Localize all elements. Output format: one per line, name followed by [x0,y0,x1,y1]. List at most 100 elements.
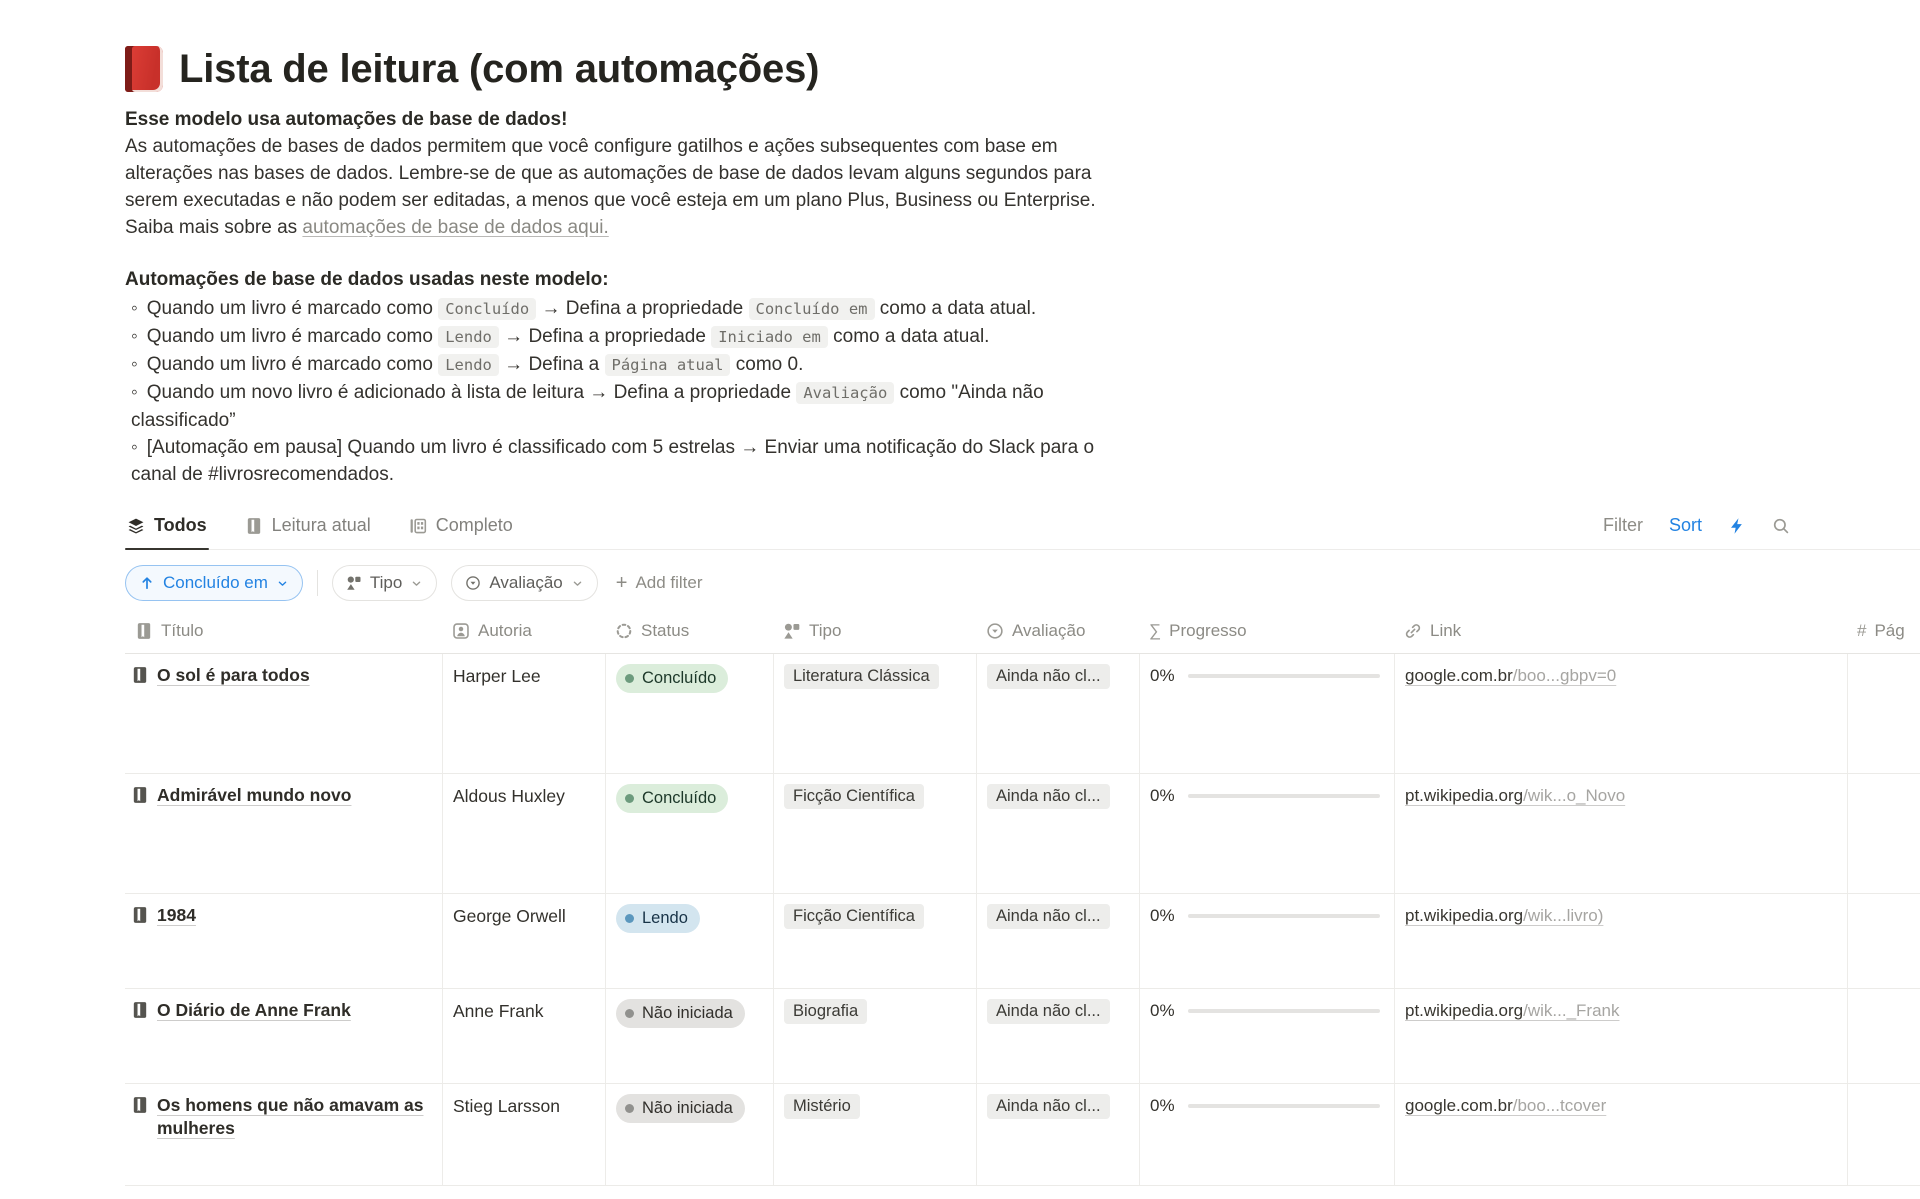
shapes-icon [783,622,801,640]
external-link[interactable]: pt.wikipedia.org/wik...o_Novo [1405,786,1625,805]
tipo-cell[interactable]: Literatura Clássica [773,654,976,773]
tipo-cell[interactable]: Ficção Científica [773,894,976,988]
tipo-cell[interactable]: Biografia [773,989,976,1083]
column-header-autoria[interactable]: Autoria [442,621,605,641]
avaliacao-tag[interactable]: Ainda não cl... [987,1094,1110,1119]
progress-value: 0% [1150,786,1175,806]
title-cell[interactable]: Admirável mundo novo [125,774,442,893]
column-header-tipo[interactable]: Tipo [773,621,976,641]
title-cell[interactable]: 1984 [125,894,442,988]
pag-cell[interactable] [1847,774,1920,893]
status-cell[interactable]: Concluído [605,774,773,893]
status-cell[interactable]: Lendo [605,894,773,988]
title-cell[interactable]: O sol é para todos [125,654,442,773]
arrow-up-icon [139,575,155,591]
author-cell[interactable]: Aldous Huxley [442,774,605,893]
link-icon [1404,622,1422,640]
tab-todos[interactable]: Todos [125,509,209,549]
progresso-cell[interactable]: 0% [1139,894,1394,988]
tab-completo[interactable]: Completo [407,509,515,549]
avaliacao-tag[interactable]: Ainda não cl... [987,664,1110,689]
column-header-link[interactable]: Link [1394,621,1847,641]
filter-chip-tipo[interactable]: Tipo [332,565,437,601]
progresso-cell[interactable]: 0% [1139,774,1394,893]
tipo-tag[interactable]: Ficção Científica [784,904,924,929]
tipo-cell[interactable]: Mistério [773,1084,976,1185]
external-link[interactable]: google.com.br/boo...gbpv=0 [1405,666,1616,685]
avaliacao-cell[interactable]: Ainda não cl... [976,989,1139,1083]
avaliacao-tag[interactable]: Ainda não cl... [987,904,1110,929]
hash-icon: # [1857,621,1866,641]
sort-chip-label: Concluído em [163,573,268,593]
page-link[interactable]: Os homens que não amavam as mulheres [157,1094,432,1140]
title-cell[interactable]: O Diário de Anne Frank [125,989,442,1083]
filter-bar: Concluído em Tipo Avaliação + Add filter [125,565,1920,601]
pag-cell[interactable] [1847,989,1920,1083]
sort-chip-concluido-em[interactable]: Concluído em [125,565,303,601]
column-header-status[interactable]: Status [605,621,773,641]
tab-leitura-atual[interactable]: Leitura atual [243,509,373,549]
link-cell[interactable]: google.com.br/boo...gbpv=0 [1394,654,1847,773]
pag-cell[interactable] [1847,654,1920,773]
pag-cell[interactable] [1847,1084,1920,1185]
author-cell[interactable]: George Orwell [442,894,605,988]
lightning-icon[interactable] [1728,517,1746,535]
tipo-tag[interactable]: Ficção Científica [784,784,924,809]
automations-doc-link[interactable]: automações de base de dados aqui. [302,217,608,238]
status-pill[interactable]: Concluído [616,784,728,813]
search-icon[interactable] [1772,517,1790,535]
avaliacao-tag[interactable]: Ainda não cl... [987,999,1110,1024]
tipo-tag[interactable]: Mistério [784,1094,860,1119]
page-link[interactable]: 1984 [157,904,196,927]
avaliacao-cell[interactable]: Ainda não cl... [976,1084,1139,1185]
progress-bar [1188,1009,1380,1014]
table-row: Os homens que não amavam as mulheres Sti… [125,1084,1920,1186]
author-cell[interactable]: Stieg Larsson [442,1084,605,1185]
title-cell[interactable]: Os homens que não amavam as mulheres [125,1084,442,1185]
external-link[interactable]: google.com.br/boo...tcover [1405,1096,1606,1115]
pag-cell[interactable] [1847,894,1920,988]
status-pill[interactable]: Não iniciada [616,1094,745,1123]
filter-button[interactable]: Filter [1603,515,1643,536]
link-cell[interactable]: pt.wikipedia.org/wik...livro) [1394,894,1847,988]
progresso-cell[interactable]: 0% [1139,989,1394,1083]
page-link[interactable]: O sol é para todos [157,664,310,687]
avaliacao-tag[interactable]: Ainda não cl... [987,784,1110,809]
column-header-avaliacao[interactable]: Avaliação [976,621,1139,641]
tipo-cell[interactable]: Ficção Científica [773,774,976,893]
filter-chip-avaliacao[interactable]: Avaliação [451,565,597,601]
bullet-item: ◦[Automação em pausa] Quando um livro é … [125,434,1100,488]
status-pill[interactable]: Não iniciada [616,999,745,1028]
status-cell[interactable]: Não iniciada [605,1084,773,1185]
add-filter-button[interactable]: + Add filter [612,573,707,593]
link-cell[interactable]: google.com.br/boo...tcover [1394,1084,1847,1185]
avaliacao-cell[interactable]: Ainda não cl... [976,654,1139,773]
table-row: O Diário de Anne Frank Anne Frank Não in… [125,989,1920,1084]
page-link[interactable]: Admirável mundo novo [157,784,351,807]
page-link[interactable]: O Diário de Anne Frank [157,999,351,1022]
author-cell[interactable]: Harper Lee [442,654,605,773]
author-cell[interactable]: Anne Frank [442,989,605,1083]
page-title[interactable]: Lista de leitura (com automações) [179,47,819,92]
progresso-cell[interactable]: 0% [1139,654,1394,773]
progresso-cell[interactable]: 0% [1139,1084,1394,1185]
link-cell[interactable]: pt.wikipedia.org/wik..._Frank [1394,989,1847,1083]
status-cell[interactable]: Concluído [605,654,773,773]
column-header-titulo[interactable]: Título [125,621,442,641]
intro-text: Esse modelo usa automações de base de da… [125,106,1100,488]
status-cell[interactable]: Não iniciada [605,989,773,1083]
status-pill[interactable]: Concluído [616,664,728,693]
link-cell[interactable]: pt.wikipedia.org/wik...o_Novo [1394,774,1847,893]
automations-heading: Automações de base de dados usadas neste… [125,266,1100,293]
avaliacao-cell[interactable]: Ainda não cl... [976,894,1139,988]
status-pill[interactable]: Lendo [616,904,700,933]
tipo-tag[interactable]: Literatura Clássica [784,664,939,689]
column-header-progresso[interactable]: ∑ Progresso [1139,621,1394,641]
tipo-tag[interactable]: Biografia [784,999,867,1024]
page-title-block: Lista de leitura (com automações) [125,46,1920,92]
external-link[interactable]: pt.wikipedia.org/wik..._Frank [1405,1001,1619,1020]
external-link[interactable]: pt.wikipedia.org/wik...livro) [1405,906,1603,925]
sort-button[interactable]: Sort [1669,515,1702,536]
avaliacao-cell[interactable]: Ainda não cl... [976,774,1139,893]
column-header-pag[interactable]: # Pág [1847,621,1920,641]
